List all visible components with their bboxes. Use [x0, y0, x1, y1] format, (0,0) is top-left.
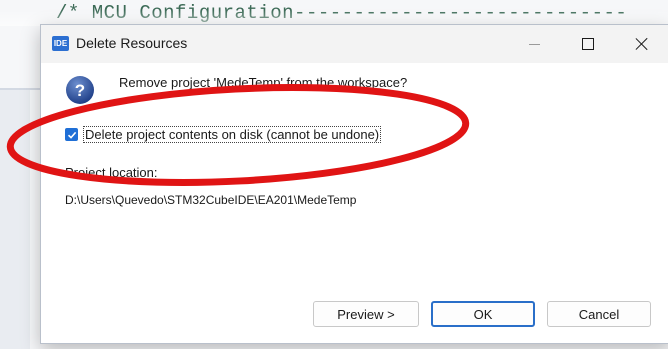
maximize-button[interactable] [565, 25, 611, 63]
maximize-icon [582, 38, 594, 50]
minimize-button[interactable] [511, 25, 557, 63]
svg-text:?: ? [75, 81, 85, 100]
dialog-titlebar[interactable]: IDE Delete Resources [41, 25, 668, 63]
delete-contents-label[interactable]: Delete project contents on disk (cannot … [83, 126, 382, 143]
delete-contents-checkbox[interactable] [65, 128, 78, 141]
delete-resources-dialog: IDE Delete Resources ? Remove project 'M… [40, 24, 668, 344]
ok-button[interactable]: OK [431, 301, 535, 327]
preview-button[interactable]: Preview > [313, 301, 419, 327]
checkmark-icon [67, 131, 76, 139]
minimize-icon [528, 43, 540, 45]
close-button[interactable] [619, 25, 665, 63]
prompt-text: Remove project 'MedeTemp' from the works… [119, 75, 408, 90]
project-location-label: Project location: [65, 165, 158, 180]
project-location-value: D:\Users\Quevedo\STM32CubeIDE\EA201\Mede… [65, 193, 357, 207]
cancel-button[interactable]: Cancel [547, 301, 651, 327]
app-icon: IDE [52, 36, 69, 51]
editor-left-strip [0, 90, 30, 349]
close-icon [635, 37, 649, 51]
delete-contents-option[interactable]: Delete project contents on disk (cannot … [65, 126, 382, 143]
dialog-title: Delete Resources [76, 35, 188, 51]
question-icon: ? [65, 75, 95, 105]
